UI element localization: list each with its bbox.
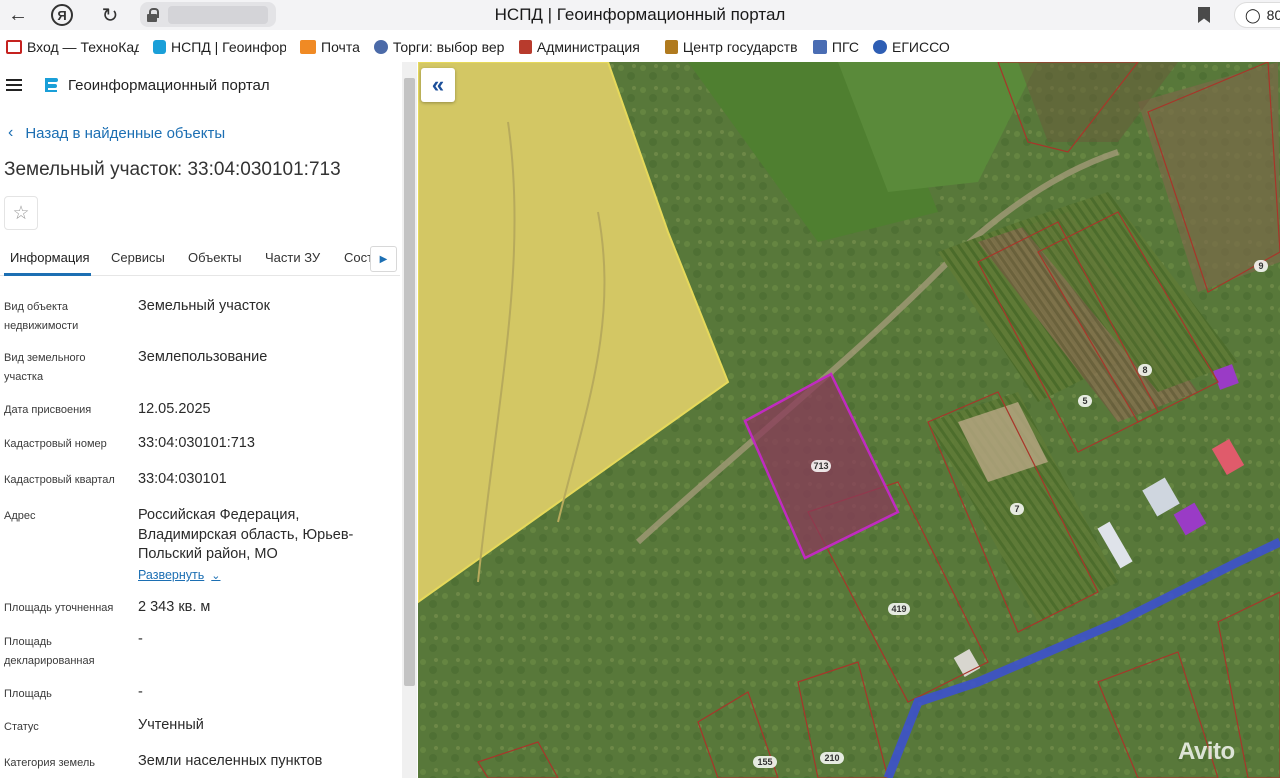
property-label: Площадь декларированная [4, 636, 95, 667]
tab-composition[interactable]: Сост [344, 250, 370, 265]
bookmark-label: ЕГИССО [892, 39, 950, 55]
chat-bubble-icon: ◯ [1245, 6, 1261, 23]
bookmark-item[interactable]: ЕГИССО [873, 39, 950, 55]
property-label: Дата присвоения [4, 404, 92, 416]
info-tabs: Информация Сервисы Объекты Части ЗУ Сост… [0, 242, 400, 276]
mail-envelope-icon [300, 40, 316, 54]
property-value: Земельный участок [138, 298, 270, 314]
property-label: Кадастровый номер [4, 438, 107, 450]
bookmark-item[interactable]: Торги: выбор вер [373, 39, 505, 55]
tab-info[interactable]: Информация [10, 250, 90, 265]
scrollbar-thumb[interactable] [404, 78, 415, 686]
property-value: 12.05.2025 [138, 401, 211, 417]
favorite-button[interactable]: ☆ [4, 196, 38, 230]
bookmark-item[interactable]: НСПД | Геоинфор [153, 39, 286, 55]
coat-of-arms-icon [518, 40, 532, 54]
property-value: Российская Федерация, Владимирская облас… [138, 507, 354, 562]
bookmark-item[interactable]: Почта [300, 39, 360, 55]
expand-label: Развернуть [138, 568, 205, 582]
counter-value: 80 [1266, 7, 1280, 23]
bookmark-item[interactable]: Администрация [518, 39, 651, 55]
bookmark-label: Центр государств [682, 39, 798, 55]
bookmark-label: Торги: выбор вер [392, 39, 505, 55]
egisso-icon [873, 40, 888, 54]
bookmark-item[interactable]: Центр государств [664, 39, 799, 55]
tab-parts[interactable]: Части ЗУ [265, 250, 320, 265]
property-value: - [138, 631, 143, 647]
map-canvas[interactable]: 713 419 7 5 8 9 155 210 [418, 62, 1280, 778]
map-view[interactable]: 713 419 7 5 8 9 155 210 [418, 62, 1280, 778]
parcel-label: 5 [1082, 396, 1087, 406]
parcel-label: 713 [813, 461, 828, 471]
active-tab-indicator [4, 273, 91, 276]
property-value: 2 343 кв. м [138, 599, 211, 615]
panel-header: Геоинформационный портал [0, 62, 404, 108]
back-to-results-link[interactable]: ‹ Назад в найденные объекты [8, 124, 225, 142]
property-value: Земли населенных пунктов [138, 753, 323, 769]
eagle-icon [812, 40, 827, 54]
tab-services[interactable]: Сервисы [111, 250, 165, 265]
property-label: Статус [4, 721, 39, 733]
object-title: Земельный участок: 33:04:030101:713 [4, 159, 341, 180]
coat-of-arms-icon [664, 40, 678, 54]
parcel-label: 155 [757, 757, 772, 767]
property-value: Учтенный [138, 717, 204, 733]
chevron-right-icon: ▶ [379, 253, 388, 265]
bookmark-label: Почта [321, 39, 360, 55]
panel-scrollbar[interactable] [402, 62, 417, 778]
browser-toolbar: ← Я ↻ НСПД | Геоинформационный портал ◯ … [0, 0, 1280, 30]
bookmark-label: Администрация [536, 39, 640, 55]
portal-logo-icon [45, 78, 58, 92]
chevron-left-icon: ‹ [8, 124, 14, 141]
property-label: Площадь [4, 688, 52, 700]
bookmark-item[interactable]: Вход — ТехноКад [6, 39, 139, 55]
emblem-icon [373, 40, 388, 54]
bookmarks-bar: Вход — ТехноКад НСПД | Геоинфор Почта То… [0, 34, 1280, 60]
object-info-panel: Геоинформационный портал ‹ Назад в найде… [0, 62, 404, 778]
comments-counter[interactable]: ◯ 80 [1234, 2, 1280, 28]
parcel-label: 9 [1258, 261, 1263, 271]
property-label: Площадь уточненная [4, 602, 114, 614]
parcel-label: 8 [1142, 365, 1147, 375]
parcel-label: 210 [824, 753, 839, 763]
collapse-panel-button[interactable]: « [421, 68, 455, 102]
property-label: Категория земель [4, 757, 95, 769]
browser-tab-title: НСПД | Геоинформационный портал [494, 5, 786, 24]
double-chevron-left-icon: « [431, 72, 445, 97]
back-link-label: Назад в найденные объекты [25, 124, 226, 142]
nspd-icon [153, 40, 166, 54]
property-label: Вид объекта недвижимости [4, 301, 79, 332]
property-value: Землепользование [138, 349, 268, 365]
star-icon: ☆ [12, 202, 30, 224]
gmail-icon [6, 40, 22, 54]
property-label: Адрес [4, 510, 36, 522]
property-value: 33:04:030101 [138, 471, 227, 487]
parcel-label: 419 [891, 604, 906, 614]
property-label: Вид земельного участка [4, 352, 86, 383]
bookmark-label: Вход — ТехноКад [27, 39, 139, 55]
tabs-scroll-right-button[interactable]: ▶ [370, 246, 397, 272]
chevron-down-icon: ⌄ [211, 569, 221, 582]
property-value: - [138, 684, 143, 700]
property-label: Кадастровый квартал [4, 474, 115, 486]
bookmark-label: НСПД | Геоинфор [171, 39, 286, 55]
property-value: 33:04:030101:713 [138, 435, 255, 451]
menu-icon[interactable] [6, 79, 22, 91]
portal-title: Геоинформационный портал [68, 77, 270, 94]
bookmark-label: ПГС [831, 39, 860, 55]
avito-watermark: Avito [1178, 738, 1235, 765]
bookmark-item[interactable]: ПГС [812, 39, 860, 55]
tab-objects[interactable]: Объекты [188, 250, 242, 265]
parcel-label: 7 [1014, 504, 1019, 514]
expand-address-link[interactable]: Развернуть ⌄ [138, 568, 220, 582]
